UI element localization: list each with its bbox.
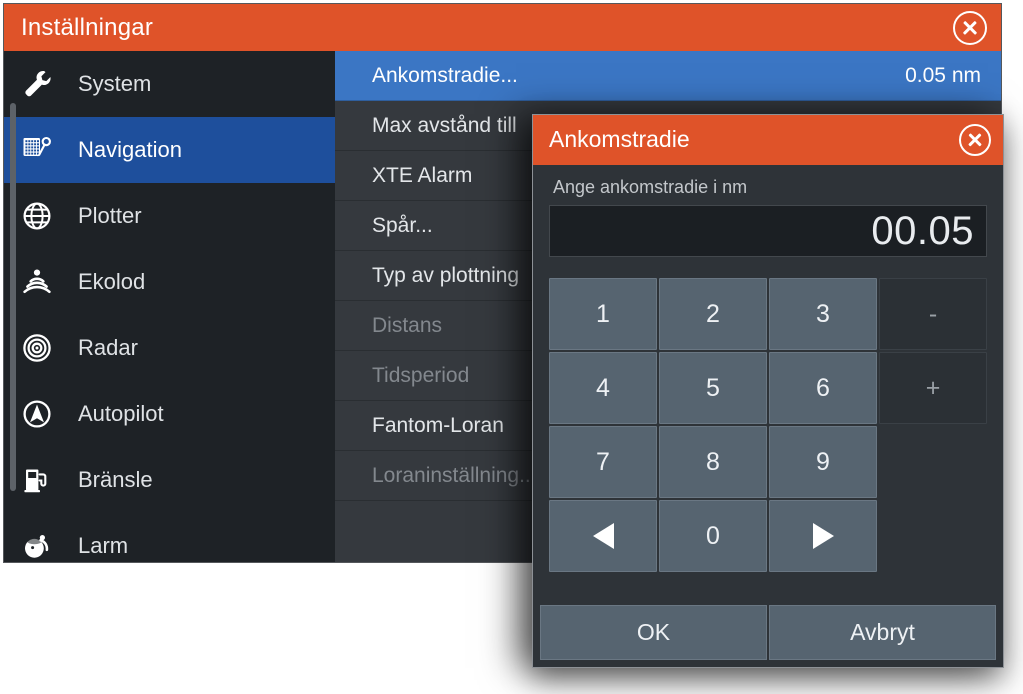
key-6[interactable]: 6 — [769, 352, 877, 424]
menu-item-label: Ankomstradie... — [372, 63, 518, 87]
key-1[interactable]: 1 — [549, 278, 657, 350]
key-7[interactable]: 7 — [549, 426, 657, 498]
sidebar-item-system[interactable]: System — [4, 51, 335, 117]
sidebar-item-radar[interactable]: Radar — [4, 315, 335, 381]
dialog-title: Ankomstradie — [549, 126, 690, 152]
sidebar-item-br-nsle[interactable]: Bränsle — [4, 447, 335, 513]
sidebar-item-plotter[interactable]: Plotter — [4, 183, 335, 249]
menu-item-label: Fantom-Loran — [372, 413, 504, 437]
menu-item-label: XTE Alarm — [372, 163, 473, 187]
value-input[interactable]: 00.05 — [549, 205, 987, 257]
key-8[interactable]: 8 — [659, 426, 767, 498]
menu-item-label: Distans — [372, 313, 443, 337]
key-minus[interactable]: - — [879, 278, 987, 350]
sidebar-item-label: Bränsle — [78, 467, 153, 492]
keypad-blank — [879, 500, 987, 572]
numeric-keypad: 1 2 3- 4 5 6 +7 8 9 0 — [549, 278, 987, 572]
sidebar-item-autopilot[interactable]: Autopilot — [4, 381, 335, 447]
key-arrow-right[interactable] — [769, 500, 877, 572]
sidebar-scrollbar-thumb[interactable] — [10, 103, 16, 491]
key-arrow-left[interactable] — [549, 500, 657, 572]
arrow-left-icon — [592, 523, 614, 549]
key-0[interactable]: 0 — [659, 500, 767, 572]
sidebar-scrollbar-track[interactable] — [7, 51, 16, 562]
sidebar-item-label: Larm — [78, 533, 129, 558]
dialog-actions: OK Avbryt — [540, 605, 996, 660]
sidebar-item-label: Navigation — [78, 137, 182, 162]
dialog-prompt-label: Ange ankomstradie i nm — [553, 177, 748, 197]
menu-item-label: Spår... — [372, 213, 433, 237]
key-5[interactable]: 5 — [659, 352, 767, 424]
close-icon[interactable] — [953, 10, 987, 45]
value-text: 00.05 — [871, 208, 974, 253]
settings-titlebar: Inställningar — [4, 4, 1001, 51]
sidebar-item-label: Ekolod — [78, 269, 146, 294]
menu-item-ankomstradie[interactable]: Ankomstradie... 0.05 nm — [335, 51, 1001, 101]
close-icon[interactable] — [959, 124, 991, 156]
keypad-blank — [879, 426, 987, 498]
cancel-button[interactable]: Avbryt — [769, 605, 996, 660]
sidebar-item-label: Plotter — [78, 203, 142, 228]
alarm-bell-icon — [4, 513, 70, 562]
sidebar-item-label: Radar — [78, 335, 138, 360]
sidebar-item-ekolod[interactable]: Ekolod — [4, 249, 335, 315]
menu-item-label: Tidsperiod — [372, 363, 470, 387]
sidebar: System Navigation Plotter Ekolod Radar Autopi… — [4, 51, 335, 562]
key-9[interactable]: 9 — [769, 426, 877, 498]
key-4[interactable]: 4 — [549, 352, 657, 424]
menu-item-label: Loraninställning... — [372, 463, 537, 487]
sidebar-item-label: System — [78, 71, 152, 96]
sidebar-item-label: Autopilot — [78, 401, 164, 426]
page-title: Inställningar — [21, 14, 154, 41]
ankomstradie-dialog: Ankomstradie Ange ankomstradie i nm 00.0… — [532, 114, 1004, 668]
sidebar-item-navigation[interactable]: Navigation — [4, 117, 335, 183]
key-plus[interactable]: + — [879, 352, 987, 424]
key-3[interactable]: 3 — [769, 278, 877, 350]
menu-item-label: Max avstånd till — [372, 113, 517, 137]
dialog-titlebar: Ankomstradie — [533, 115, 1003, 165]
menu-item-label: Typ av plottning — [372, 263, 520, 287]
menu-item-value: 0.05 nm — [905, 63, 981, 87]
sidebar-list: System Navigation Plotter Ekolod Radar Autopi… — [4, 51, 335, 562]
key-2[interactable]: 2 — [659, 278, 767, 350]
ok-button[interactable]: OK — [540, 605, 767, 660]
screen: Inställningar System Navigation Plotter Eko… — [0, 0, 1023, 694]
sidebar-item-larm[interactable]: Larm — [4, 513, 335, 562]
arrow-right-icon — [812, 523, 834, 549]
